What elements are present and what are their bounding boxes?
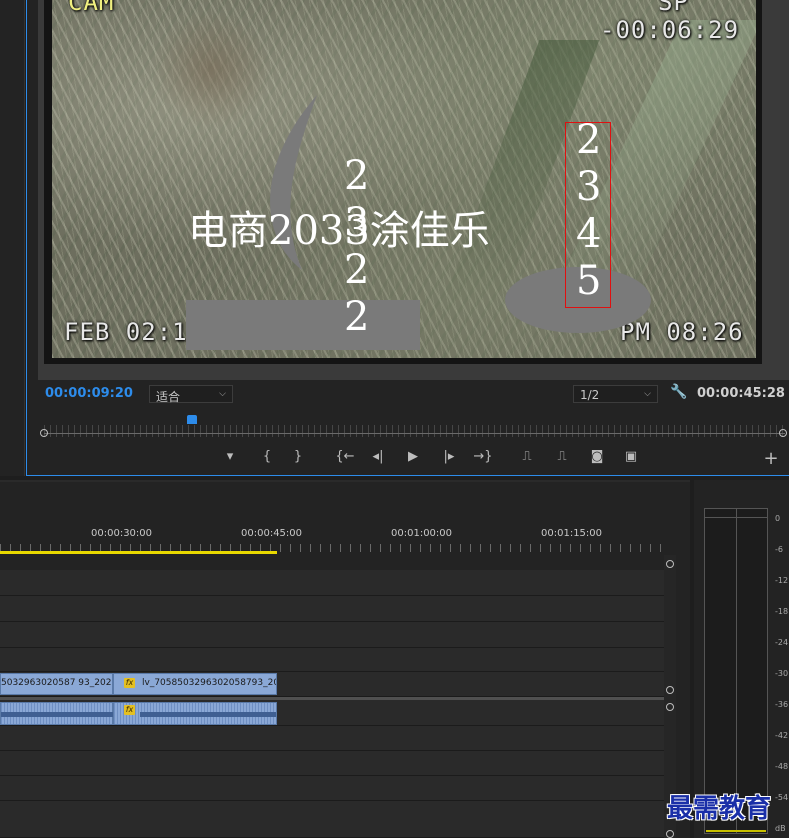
fx-badge[interactable]: fx [124, 705, 135, 715]
overlay-title: 电商2033涂佳乐 [188, 208, 490, 254]
audio-track[interactable] [0, 751, 664, 776]
text-bounding-box[interactable]: 2 3 4 5 [565, 117, 611, 308]
cam-label: CAM [68, 0, 115, 16]
scrubber-end-handle[interactable] [779, 429, 787, 437]
scroll-handle[interactable] [666, 703, 674, 711]
resolution-value: 1/2 [580, 388, 600, 402]
video-track[interactable] [0, 648, 664, 672]
watermark-text: 最需教育 [667, 794, 772, 824]
video-track[interactable] [0, 596, 664, 622]
clip-label: 5032963020587 93_202202 [1, 678, 111, 688]
mark-in-button[interactable]: { [257, 448, 277, 466]
fx-badge[interactable]: fx [124, 678, 135, 688]
scrubber-start-handle[interactable] [40, 429, 48, 437]
lift-button[interactable]: ⎍ [517, 448, 537, 466]
db-label: -6 [775, 545, 783, 554]
wrench-icon[interactable]: 🔧 [670, 384, 687, 400]
meter-divider [736, 508, 737, 834]
db-label: -30 [775, 669, 789, 678]
boxed-digit: 2 [576, 117, 602, 163]
comparison-view-button[interactable]: ▣ [621, 448, 641, 466]
boxed-digit: 4 [576, 211, 602, 257]
zoom-dropdown[interactable]: 适合 ⌵ [149, 385, 233, 404]
sp-label: SP [658, 0, 689, 16]
rectangle-shape [186, 300, 420, 350]
project-panel-edge [0, 0, 25, 476]
clip-label: lv_7058503296302058793_202 [142, 678, 276, 688]
add-marker-button[interactable]: ▾ [220, 448, 240, 466]
export-frame-button[interactable]: ◙ [587, 448, 607, 466]
ruler-label: 00:01:00:00 [391, 528, 453, 539]
db-label: 0 [775, 514, 781, 523]
center-digit: 2 [344, 153, 370, 199]
chevron-down-icon: ⌵ [644, 389, 651, 399]
video-track[interactable] [0, 622, 664, 648]
extract-button[interactable]: ⎍ [552, 448, 572, 466]
scrubber-ruler[interactable] [44, 425, 785, 437]
audio-waveform [140, 712, 276, 717]
db-label: -18 [775, 607, 789, 616]
db-label: -24 [775, 638, 789, 647]
step-back-button[interactable]: ◂| [368, 448, 388, 466]
date-stamp: FEB 02:1 [64, 318, 188, 346]
ruler-label: 00:01:15:00 [541, 528, 603, 539]
audio-waveform [1, 712, 114, 717]
boxed-digit: 3 [576, 164, 602, 210]
audio-track[interactable] [0, 726, 664, 751]
video-preview[interactable]: CAM SP -00:06:29 FEB 02:1 PM 08:26 2 3 2… [52, 0, 756, 358]
meter-clip-line [704, 517, 768, 518]
video-clip[interactable]: fx lv_7058503296302058793_202 [113, 673, 277, 695]
step-forward-button[interactable]: |▸ [439, 448, 459, 466]
video-track[interactable] [0, 570, 664, 596]
scroll-handle[interactable] [666, 830, 674, 838]
go-to-in-button[interactable]: {← [335, 448, 355, 466]
meter-level [706, 830, 766, 832]
center-digit: 2 [344, 294, 370, 340]
video-clip[interactable]: 5032963020587 93_202202 [0, 673, 113, 695]
db-label: -12 [775, 576, 789, 585]
time-stamp: PM 08:26 [620, 318, 744, 346]
ruler-label: 00:00:30:00 [91, 528, 153, 539]
db-label: -48 [775, 762, 789, 771]
scrubber-track [44, 433, 785, 434]
ruler-label: 00:00:45:00 [241, 528, 303, 539]
scroll-handle[interactable] [666, 560, 674, 568]
play-button[interactable]: ▶ [403, 448, 423, 466]
audio-track[interactable] [0, 801, 664, 838]
zoom-value: 适合 [156, 390, 181, 404]
add-button[interactable]: + [761, 450, 781, 468]
go-to-out-button[interactable]: →} [473, 448, 493, 466]
duration-timecode: 00:00:45:28 [697, 386, 785, 401]
db-label: -42 [775, 731, 789, 740]
work-area-bar[interactable] [0, 551, 277, 554]
current-timecode[interactable]: 00:00:09:20 [45, 386, 133, 401]
db-label: dB [775, 824, 786, 833]
chevron-down-icon: ⌵ [219, 389, 226, 399]
audio-clip[interactable] [0, 702, 114, 725]
tape-time: -00:06:29 [600, 16, 740, 44]
boxed-digit: 5 [576, 258, 602, 304]
audio-clip[interactable]: fx [113, 702, 277, 725]
playhead-marker[interactable] [187, 415, 198, 424]
db-label: -54 [775, 793, 789, 802]
mark-out-button[interactable]: } [288, 448, 308, 466]
db-label: -36 [775, 700, 789, 709]
audio-track[interactable] [0, 776, 664, 801]
resolution-dropdown[interactable]: 1/2 ⌵ [573, 385, 658, 403]
panel-divider [0, 480, 690, 482]
scroll-handle[interactable] [666, 686, 674, 694]
